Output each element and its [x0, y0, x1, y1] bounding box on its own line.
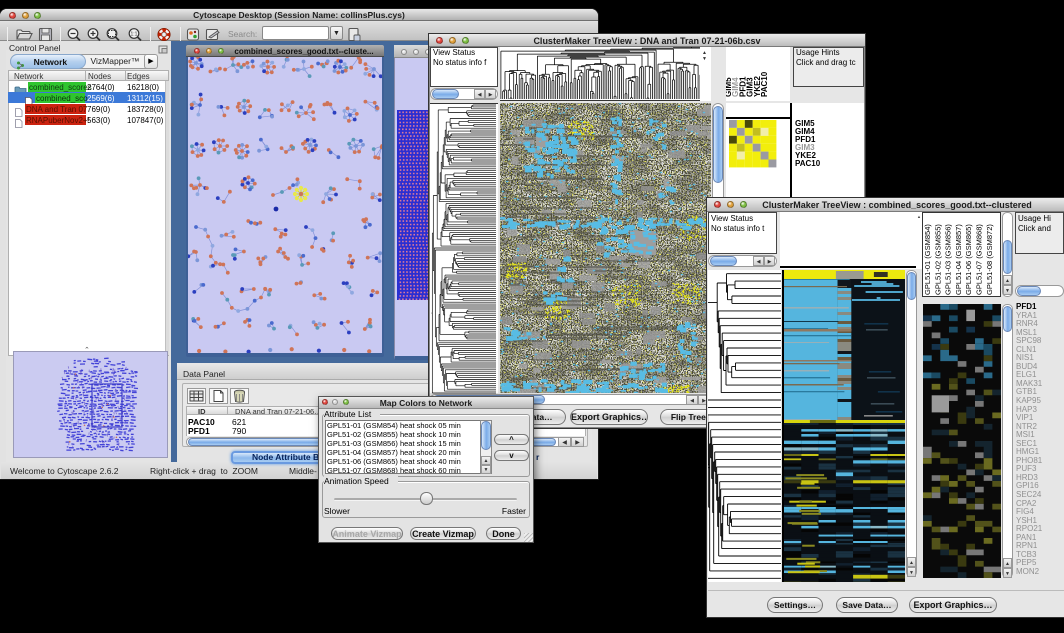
svg-text:GPL51-06 (GSM865): GPL51-06 (GSM865) [964, 224, 973, 295]
svg-text:GPL51-04 (GSM857): GPL51-04 (GSM857) [954, 224, 963, 295]
svg-text:GPL51-07 (GSM868): GPL51-07 (GSM868) [975, 224, 984, 295]
svg-text:GPL51-03 (GSM856): GPL51-03 (GSM856) [944, 224, 953, 295]
svg-text:GPL51-01 (GSM854): GPL51-01 (GSM854) [923, 224, 932, 295]
svg-text:PAC10: PAC10 [760, 71, 769, 97]
svg-text:GPL51-02 (GSM855): GPL51-02 (GSM855) [933, 224, 942, 295]
svg-text:GPL51-08 (GSM872): GPL51-08 (GSM872) [985, 224, 994, 295]
svg-text:1:1: 1:1 [131, 32, 138, 38]
